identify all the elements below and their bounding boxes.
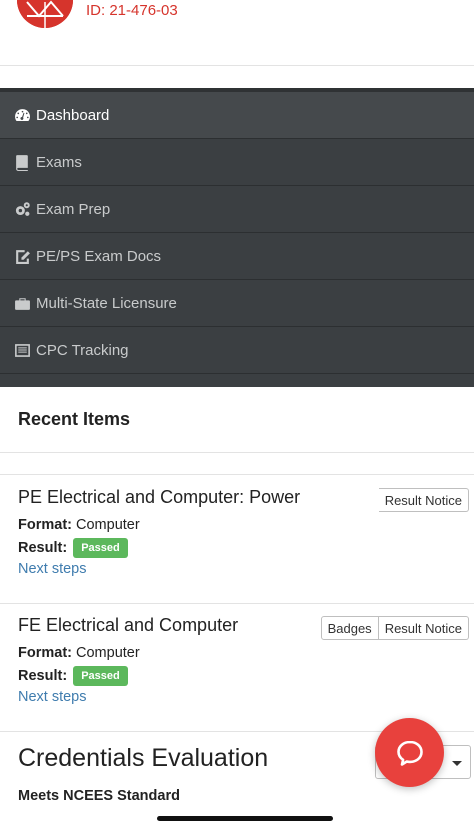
format-label: Format: [18, 517, 72, 533]
list-icon [13, 341, 31, 359]
recent-items-title: Recent Items [18, 409, 131, 429]
nav-item-exam-prep[interactable]: Exam Prep [0, 186, 474, 233]
caret-down-icon [452, 761, 462, 766]
credentials-title: Credentials Evaluation [18, 744, 269, 772]
status-badge: Passed [73, 666, 128, 686]
result-notice-button[interactable]: Result Notice [378, 488, 469, 512]
profile-header: ID: 21-476-03 [0, 0, 474, 66]
credentials-status: Meets NCEES Standard [18, 788, 180, 804]
nav-item-dashboard[interactable]: Dashboard [0, 92, 474, 139]
result-label: Result: [18, 667, 68, 684]
spacer [0, 453, 474, 475]
main-nav: Dashboard Exams Exam Prep PE/PS Exam Doc… [0, 88, 474, 387]
dashboard-icon [13, 106, 31, 124]
recent-item: FE Electrical and Computer Badges Result… [0, 604, 474, 732]
avatar-logo-icon [17, 0, 73, 28]
format-row: Format: Computer [18, 517, 140, 533]
item-actions: Badges Result Notice [320, 616, 469, 640]
result-row: Result: Passed [18, 538, 128, 558]
app-screen: ID: 21-476-03 Dashboard Exams Exam Prep [0, 0, 474, 831]
avatar[interactable] [17, 0, 73, 28]
home-indicator[interactable] [157, 816, 333, 821]
next-steps-link[interactable]: Next steps [18, 689, 87, 705]
nav-label-exam-prep: Exam Prep [36, 200, 111, 218]
chat-bubble-icon [396, 740, 423, 766]
nav-label-cpc-tracking: CPC Tracking [36, 341, 129, 359]
status-badge: Passed [73, 538, 128, 558]
item-actions: Result Notice [378, 488, 469, 512]
chat-button[interactable] [375, 718, 444, 787]
next-steps-link[interactable]: Next steps [18, 561, 87, 577]
nav-label-dashboard: Dashboard [36, 106, 110, 124]
format-value: Computer [76, 645, 140, 661]
gears-icon [13, 200, 31, 218]
nav-label-exams: Exams [36, 153, 82, 171]
nav-item-pe-ps-exam-docs[interactable]: PE/PS Exam Docs [0, 233, 474, 280]
nav-label-multi-state-licensure: Multi-State Licensure [36, 294, 177, 312]
item-title: FE Electrical and Computer [18, 615, 239, 635]
result-notice-button[interactable]: Result Notice [378, 616, 469, 640]
recent-item: PE Electrical and Computer: Power Result… [0, 476, 474, 604]
result-label: Result: [18, 539, 68, 556]
format-value: Computer [76, 517, 140, 533]
spacer [0, 66, 474, 88]
result-row: Result: Passed [18, 666, 128, 686]
edit-document-icon [13, 247, 31, 265]
format-row: Format: Computer [18, 645, 140, 661]
recent-items-header: Recent Items [0, 387, 474, 453]
nav-item-multi-state-licensure[interactable]: Multi-State Licensure [0, 280, 474, 327]
format-label: Format: [18, 645, 72, 661]
nav-item-exams[interactable]: Exams [0, 139, 474, 186]
user-id: ID: 21-476-03 [86, 2, 178, 19]
briefcase-icon [13, 294, 31, 312]
nav-label-pe-ps-exam-docs: PE/PS Exam Docs [36, 247, 162, 265]
item-title: PE Electrical and Computer: Power [18, 487, 301, 507]
book-icon [13, 153, 31, 171]
nav-item-cpc-tracking[interactable]: CPC Tracking [0, 327, 474, 374]
badges-button[interactable]: Badges [320, 616, 379, 640]
